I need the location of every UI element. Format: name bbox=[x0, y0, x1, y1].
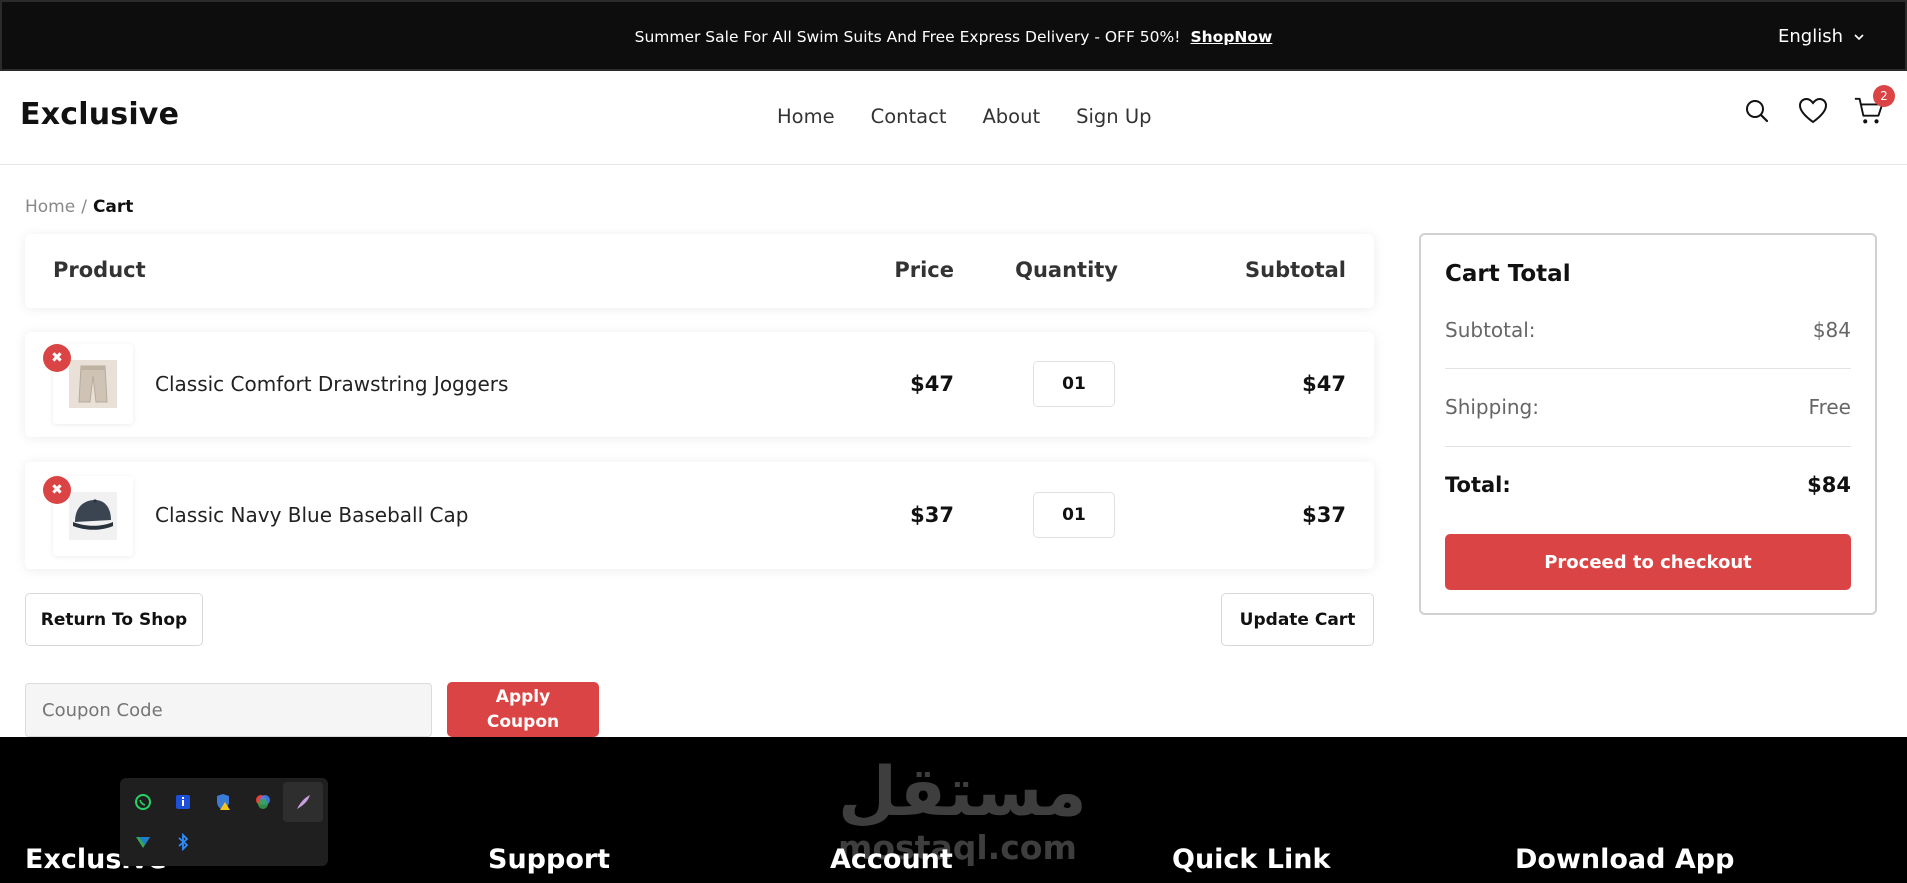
search-button[interactable] bbox=[1741, 95, 1773, 127]
subtotal-row: Subtotal: $84 bbox=[1445, 318, 1851, 342]
apply-label-line1: Apply bbox=[495, 687, 551, 707]
quantity-input[interactable]: 01 bbox=[1033, 492, 1115, 538]
subtotal-value: $84 bbox=[1812, 318, 1851, 342]
product-price: $47 bbox=[910, 372, 954, 396]
apply-coupon-button[interactable]: Apply Coupon bbox=[447, 682, 599, 737]
proceed-to-checkout-button[interactable]: Proceed to checkout bbox=[1445, 534, 1851, 590]
cart-table-header: Product Price Quantity Subtotal bbox=[25, 234, 1374, 308]
quantity-value: 01 bbox=[1062, 505, 1086, 525]
update-cart-button[interactable]: Update Cart bbox=[1221, 593, 1374, 646]
breadcrumb-home[interactable]: Home bbox=[25, 197, 75, 217]
footer-download-app-heading: Download App bbox=[1515, 844, 1735, 875]
network-icon[interactable] bbox=[123, 822, 163, 862]
return-to-shop-button[interactable]: Return To Shop bbox=[25, 593, 203, 646]
header-icons: 2 bbox=[1741, 85, 1895, 127]
system-tray-popup bbox=[120, 778, 328, 866]
info-icon[interactable] bbox=[163, 782, 203, 822]
remove-item-button[interactable]: ✖ bbox=[43, 344, 71, 372]
total-value: $84 bbox=[1807, 473, 1851, 497]
cart-button[interactable]: 2 bbox=[1853, 85, 1895, 127]
apply-label-line2: Coupon bbox=[486, 712, 560, 732]
shipping-value: Free bbox=[1808, 395, 1851, 419]
quantity-input[interactable]: 01 bbox=[1033, 361, 1115, 407]
breadcrumb-current: Cart bbox=[92, 197, 134, 217]
nav-contact[interactable]: Contact bbox=[871, 105, 947, 128]
footer-quick-link-heading: Quick Link bbox=[1172, 844, 1331, 875]
divider bbox=[1445, 446, 1851, 447]
nav-home[interactable]: Home bbox=[777, 105, 835, 128]
feather-icon[interactable] bbox=[283, 782, 323, 822]
heart-icon bbox=[1798, 97, 1828, 124]
language-label: English bbox=[1778, 26, 1843, 47]
footer-account-heading: Account bbox=[830, 844, 953, 875]
close-icon: ✖ bbox=[51, 482, 63, 498]
header-price: Price bbox=[894, 258, 954, 282]
main-header: Exclusive Home Contact About Sign Up 2 bbox=[0, 71, 1907, 165]
cart-row: ✖ Classic Comfort Drawstring Joggers $47… bbox=[25, 332, 1374, 437]
product-price: $37 bbox=[910, 503, 954, 527]
nav-about[interactable]: About bbox=[982, 105, 1040, 128]
watermark-arabic: مستقل bbox=[838, 753, 1087, 832]
header-product: Product bbox=[53, 258, 146, 282]
shipping-label: Shipping: bbox=[1445, 395, 1539, 419]
cart-total-panel: Cart Total Subtotal: $84 Shipping: Free … bbox=[1419, 233, 1877, 615]
total-label: Total: bbox=[1445, 473, 1511, 497]
header-quantity: Quantity bbox=[1015, 258, 1118, 282]
chevron-down-icon bbox=[1854, 33, 1864, 40]
subtotal-label: Subtotal: bbox=[1445, 318, 1536, 342]
breadcrumb-separator: / bbox=[81, 197, 87, 217]
shield-warning-icon[interactable] bbox=[203, 782, 243, 822]
search-icon bbox=[1746, 100, 1769, 123]
footer-support-heading: Support bbox=[488, 844, 611, 875]
row-subtotal: $37 bbox=[1302, 503, 1346, 527]
promo-text: Summer Sale For All Swim Suits And Free … bbox=[2, 28, 1905, 46]
nav-sign-up[interactable]: Sign Up bbox=[1076, 105, 1151, 128]
joggers-thumbnail bbox=[69, 360, 117, 408]
cart-total-title: Cart Total bbox=[1445, 261, 1571, 287]
row-subtotal: $47 bbox=[1302, 372, 1346, 396]
bluetooth-icon[interactable] bbox=[163, 822, 203, 862]
wishlist-button[interactable] bbox=[1797, 95, 1829, 127]
cap-thumbnail bbox=[69, 492, 117, 540]
top-banner: Summer Sale For All Swim Suits And Free … bbox=[0, 0, 1907, 71]
product-name[interactable]: Classic Navy Blue Baseball Cap bbox=[155, 503, 468, 527]
cart-count-badge: 2 bbox=[1873, 85, 1895, 107]
shipping-row: Shipping: Free bbox=[1445, 395, 1851, 419]
quantity-value: 01 bbox=[1062, 374, 1086, 394]
whatsapp-icon[interactable] bbox=[123, 782, 163, 822]
colorful-app-icon[interactable] bbox=[243, 782, 283, 822]
main-nav: Home Contact About Sign Up bbox=[777, 105, 1152, 128]
divider bbox=[1445, 368, 1851, 369]
promo-message: Summer Sale For All Swim Suits And Free … bbox=[634, 28, 1181, 46]
remove-item-button[interactable]: ✖ bbox=[43, 476, 71, 504]
product-name[interactable]: Classic Comfort Drawstring Joggers bbox=[155, 372, 508, 396]
cart-row: ✖ Classic Navy Blue Baseball Cap $37 01 … bbox=[25, 462, 1374, 569]
coupon-input[interactable] bbox=[25, 683, 432, 737]
logo[interactable]: Exclusive bbox=[20, 97, 179, 132]
language-selector[interactable]: English bbox=[1778, 26, 1865, 47]
shop-now-link[interactable]: ShopNow bbox=[1190, 28, 1272, 46]
page: Summer Sale For All Swim Suits And Free … bbox=[0, 0, 1907, 883]
header-subtotal: Subtotal bbox=[1245, 258, 1346, 282]
close-icon: ✖ bbox=[51, 350, 63, 366]
breadcrumb: Home / Cart bbox=[25, 197, 133, 217]
total-row: Total: $84 bbox=[1445, 473, 1851, 497]
